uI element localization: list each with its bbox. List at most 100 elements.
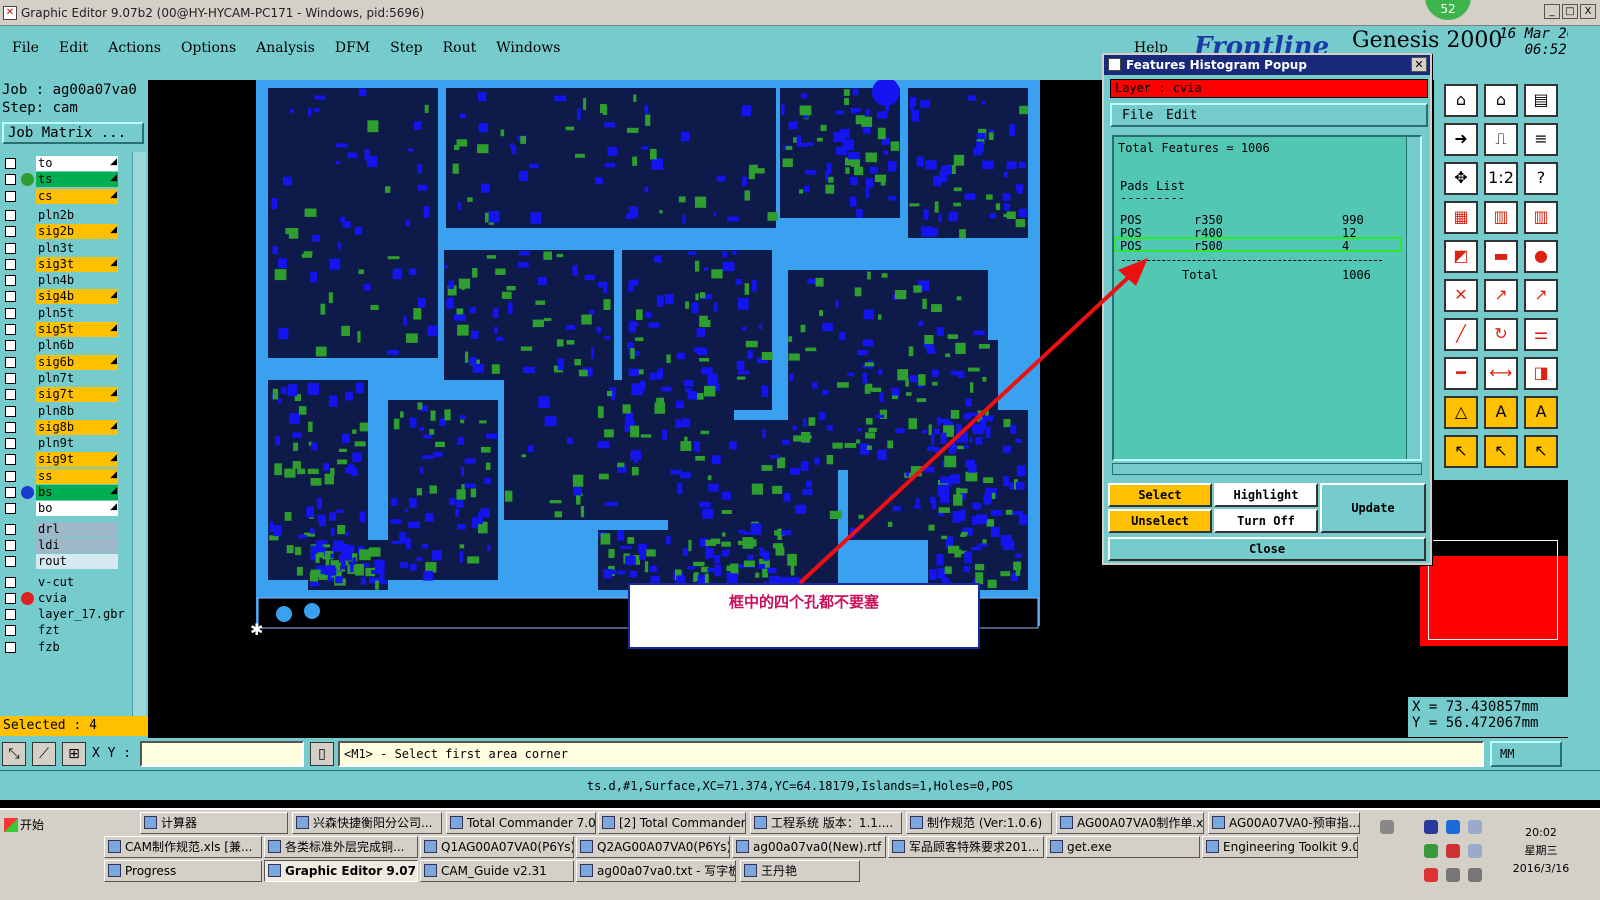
menu-dfm[interactable]: DFM [327, 40, 378, 56]
layer-row[interactable]: sig3t ◢ [2, 256, 120, 272]
layer-checkbox[interactable] [5, 340, 16, 352]
popup-close-button[interactable]: Close [1108, 537, 1426, 561]
start-button[interactable]: 开始 [2, 814, 56, 836]
layer-row[interactable]: fzt [2, 623, 120, 639]
taskbar-button[interactable]: CAM_Guide v2.31 [420, 860, 574, 882]
highlight-button[interactable]: Highlight [1214, 483, 1318, 507]
layer-checkbox[interactable] [5, 389, 16, 401]
select-button[interactable]: Select [1108, 483, 1212, 507]
layer-checkbox[interactable] [5, 421, 16, 433]
split-icon[interactable]: ≡ [1524, 123, 1558, 156]
arc-icon[interactable]: ↻ [1484, 318, 1518, 351]
grid-icon[interactable]: ⊞ [62, 742, 86, 766]
layer-name[interactable]: sig5t [36, 322, 118, 337]
turn-off-button[interactable]: Turn Off [1214, 509, 1318, 533]
layer-name[interactable]: bs [36, 485, 118, 500]
minimize-button[interactable]: _ [1544, 4, 1560, 19]
tray-app-icon[interactable] [1468, 820, 1482, 834]
taskbar-button[interactable]: Q1AG00A07VA0(P6Ys)2... [420, 836, 574, 858]
layer-row[interactable]: drl [2, 521, 120, 537]
taskbar-button[interactable]: 工程系统 版本：1.1.... [750, 812, 902, 834]
layer-name[interactable]: v-cut [36, 574, 118, 590]
menu-file[interactable]: File [4, 40, 47, 56]
layer-checkbox[interactable] [5, 454, 16, 466]
layer-row[interactable]: cvia [2, 590, 120, 606]
display-icon[interactable] [1468, 868, 1482, 882]
layer-name[interactable]: ts [36, 172, 118, 188]
target-icon[interactable]: ● [1524, 240, 1558, 273]
layer-checkbox[interactable] [5, 470, 16, 482]
group-icon[interactable]: ◨ [1524, 357, 1558, 390]
move-node-icon[interactable]: ↗ [1524, 279, 1558, 312]
layer-name[interactable]: bo [36, 501, 118, 517]
volume-icon[interactable] [1446, 868, 1460, 882]
network-icon[interactable] [1468, 844, 1482, 858]
layer-name[interactable]: fzb [36, 639, 118, 655]
select-2-icon[interactable]: ↖ [1484, 435, 1518, 468]
pin-icon[interactable]: ⚌ [1524, 318, 1558, 351]
layer-checkbox[interactable] [5, 190, 16, 202]
menu-windows[interactable]: Windows [488, 40, 568, 56]
layer-name[interactable]: ldi [36, 537, 118, 553]
layer-row[interactable]: ts ◢ [2, 172, 120, 188]
popup-menu-file[interactable]: File [1122, 108, 1153, 123]
move-icon[interactable]: ➜ [1444, 123, 1478, 156]
taskbar-button[interactable]: Total Commander 7.0 p... [446, 812, 596, 834]
menu-step[interactable]: Step [382, 40, 430, 56]
matrix-icon[interactable]: ▥ [1484, 201, 1518, 234]
layer-name[interactable]: sig6b [36, 354, 118, 370]
layer-name[interactable]: pln2b [36, 207, 118, 223]
layer-row[interactable]: pln4b [2, 273, 120, 289]
taskbar-button[interactable]: 兴森快捷衡阳分公司... [292, 812, 442, 834]
layer-name[interactable]: fzt [36, 623, 118, 639]
layer-name[interactable]: pln6b [36, 338, 118, 354]
layer-name[interactable]: sig7t [36, 387, 118, 403]
taskbar-button[interactable]: Q2AG00A07VA0(P6Ys)2... [576, 836, 730, 858]
triangle-icon[interactable]: △ [1444, 396, 1478, 429]
input-toggle-icon[interactable]: ▯ [310, 742, 334, 766]
menu-actions[interactable]: Actions [100, 40, 169, 56]
layer-row[interactable]: sig7t ◢ [2, 387, 120, 403]
layer-name[interactable]: pln7t [36, 370, 118, 386]
xy-input[interactable] [140, 741, 304, 767]
update-button[interactable]: Update [1320, 483, 1426, 533]
triangle-b-icon[interactable]: A [1524, 396, 1558, 429]
layer-row[interactable]: ss ◢ [2, 468, 120, 484]
layer-row[interactable]: pln9t [2, 436, 120, 452]
taskbar-button[interactable]: ag00a07va0.txt - 写字板 [576, 860, 736, 882]
layer-name[interactable]: drl [36, 521, 118, 537]
layer-row[interactable]: pln6b [2, 338, 120, 354]
layer-row[interactable]: pln2b [2, 207, 120, 223]
shield-icon[interactable] [1424, 844, 1438, 858]
close-button[interactable]: X [1580, 4, 1596, 19]
tools-icon[interactable] [1424, 820, 1438, 834]
layer-name[interactable]: cs [36, 188, 118, 204]
taskbar-button[interactable]: AG00A07VA0-预审指... [1208, 812, 1360, 834]
triangle-a-icon[interactable]: A [1484, 396, 1518, 429]
taskbar-button[interactable]: CAM制作规范.xls [兼... [104, 836, 262, 858]
scale-icon[interactable]: 1:2 [1484, 162, 1518, 195]
home-icon[interactable]: ⌂ [1484, 84, 1518, 117]
layer-checkbox[interactable] [5, 324, 16, 335]
layer-name[interactable]: pln9t [36, 436, 118, 452]
layer-row[interactable]: pln8b [2, 403, 120, 419]
layer-row[interactable]: ldi [2, 537, 120, 553]
units-selector[interactable]: MM [1490, 741, 1562, 767]
pan-icon[interactable]: ✥ [1444, 162, 1478, 195]
layer-checkbox[interactable] [5, 576, 16, 588]
layer-row[interactable]: sig8b ◢ [2, 419, 120, 435]
layer-row[interactable]: fzb [2, 639, 120, 655]
layer-name[interactable]: pln4b [36, 273, 118, 289]
taskbar-button[interactable]: Progress [104, 860, 262, 882]
menu-options[interactable]: Options [173, 40, 244, 56]
layer-row[interactable]: sig6b ◢ [2, 354, 120, 370]
layer-name[interactable]: cvia [36, 590, 118, 606]
menu-analysis[interactable]: Analysis [248, 40, 323, 56]
clock[interactable]: 20:02 星期三 2016/3/16 [1506, 824, 1576, 878]
taskbar-button[interactable]: 军品顾客特殊要求201... [888, 836, 1044, 858]
layer-row[interactable]: bo ◢ [2, 501, 120, 517]
menu-rout[interactable]: Rout [435, 40, 485, 56]
popup-close-icon[interactable]: ✕ [1411, 57, 1427, 72]
layer-name[interactable]: ss [36, 468, 118, 484]
select-3-icon[interactable]: ↖ [1524, 435, 1558, 468]
